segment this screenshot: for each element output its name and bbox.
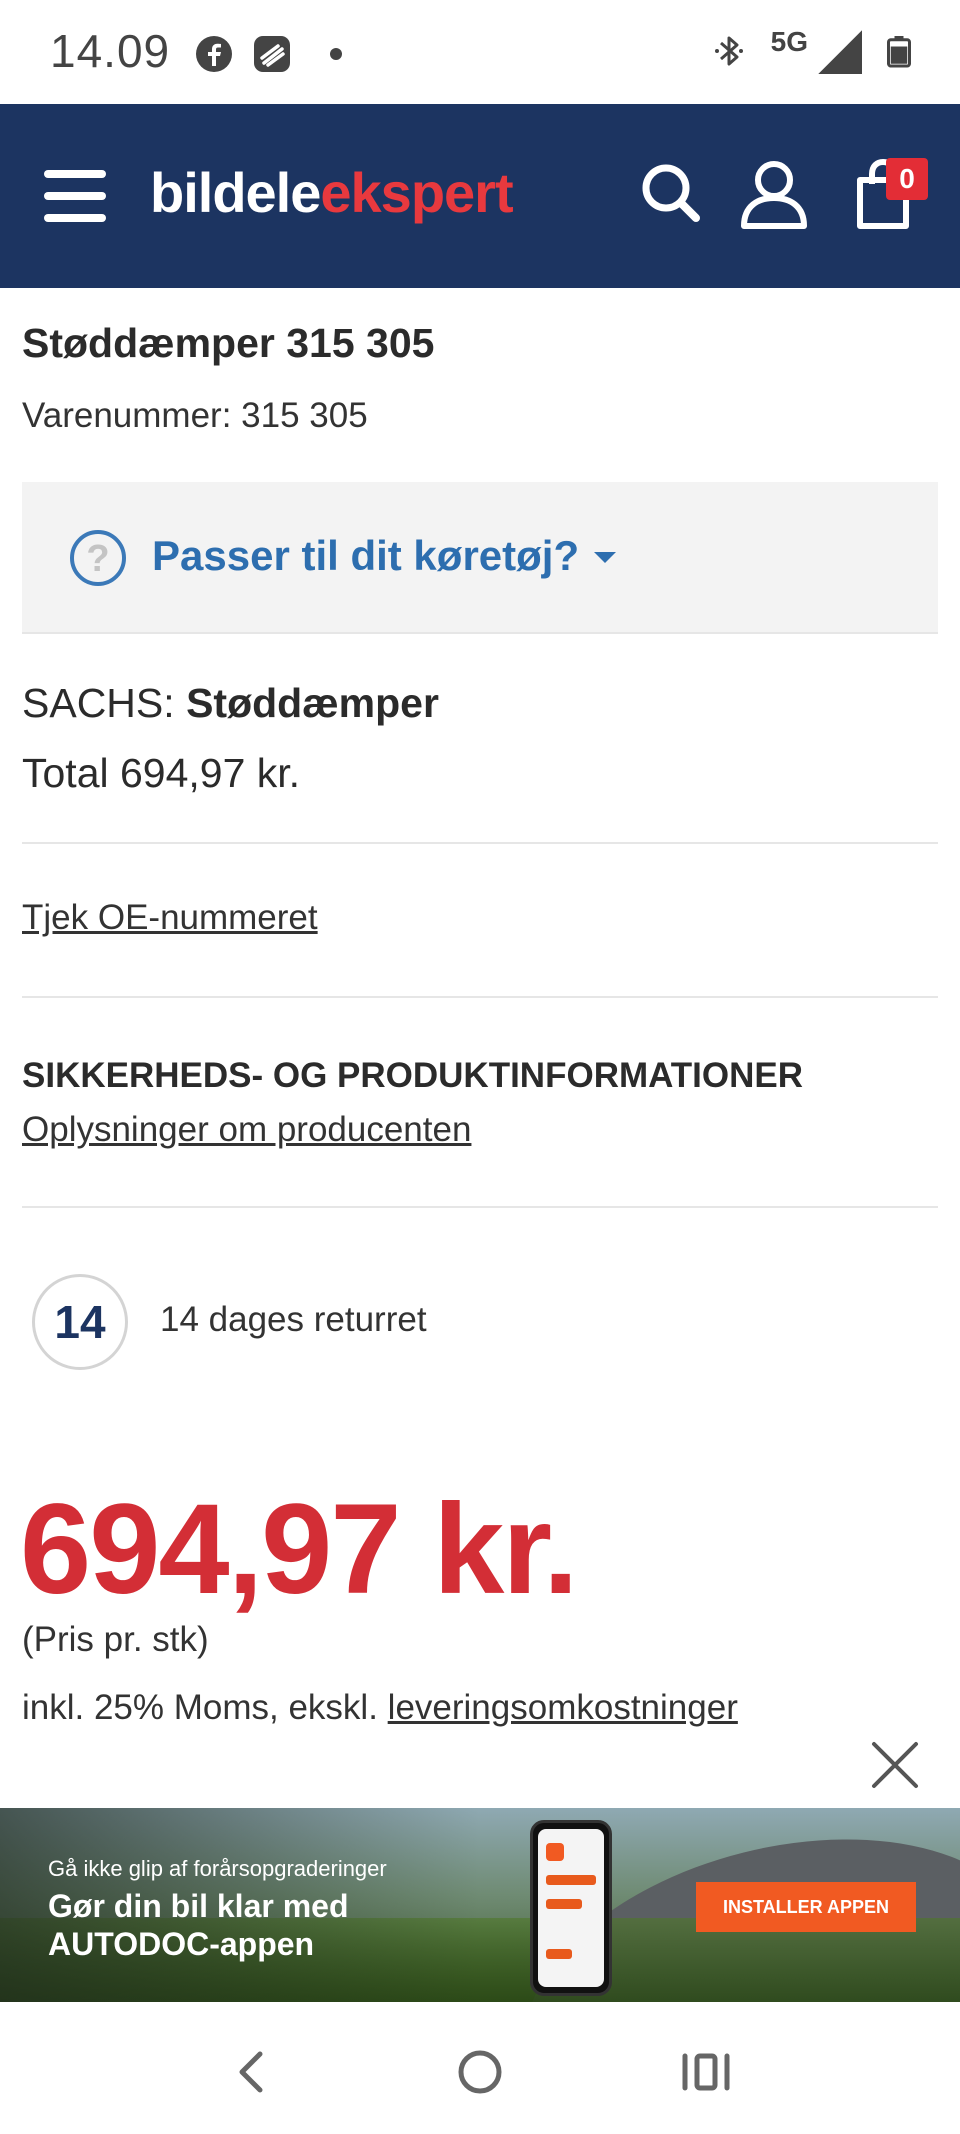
close-icon[interactable] <box>868 1738 922 1792</box>
total-price-line: Total 694,97 kr. <box>22 750 301 796</box>
check-oe-number-link[interactable]: Tjek OE-nummeret <box>22 898 318 938</box>
safety-info-heading: SIKKERHEDS- OG PRODUKTINFORMATIONER <box>22 1056 804 1095</box>
ad-headline-app: AUTODOC-appen <box>48 1926 315 1962</box>
recents-icon[interactable] <box>676 2042 736 2102</box>
cart-count-badge: 0 <box>886 158 928 200</box>
ad-subtitle: Gå ikke glip af forårsopgraderinger <box>48 1856 387 1881</box>
product-title: Støddæmper 315 305 <box>22 320 435 366</box>
vat-note: inkl. 25% Moms, ekskl. leveringsomkostni… <box>22 1688 738 1728</box>
manufacturer-info-link[interactable]: Oplysninger om producenten <box>22 1110 471 1150</box>
vat-text: inkl. 25% Moms, ekskl. <box>22 1688 378 1727</box>
search-icon[interactable] <box>632 154 712 234</box>
install-app-button[interactable]: INSTALLER APPEN <box>696 1882 916 1932</box>
return-policy-text: 14 dages returret <box>160 1300 427 1339</box>
site-logo[interactable]: bildeleekspert <box>150 160 514 225</box>
brand-line: SACHS: Støddæmper <box>22 680 439 727</box>
status-bar: 14.09 5G <box>0 0 960 104</box>
ad-headline: Gør din bil klar med <box>48 1888 349 1924</box>
battery-icon <box>887 36 911 68</box>
stack-app-icon <box>254 36 290 72</box>
notification-dot <box>330 48 342 60</box>
back-icon[interactable] <box>222 2042 282 2102</box>
price-unit-note: (Pris pr. stk) <box>22 1620 209 1659</box>
product-price: 694,97 kr. <box>20 1478 579 1621</box>
system-nav-bar <box>0 2002 960 2134</box>
chevron-down-icon[interactable] <box>594 552 616 563</box>
return-days-badge: 14 <box>32 1274 128 1370</box>
divider <box>22 996 938 998</box>
vehicle-fit-check[interactable]: ? Passer til dit køretøj? <box>22 482 938 634</box>
facebook-icon <box>196 36 232 72</box>
signal-icon <box>818 30 862 74</box>
product-sku: Varenummer: 315 305 <box>22 396 368 435</box>
fit-check-label[interactable]: Passer til dit køretøj? <box>152 532 579 580</box>
menu-icon[interactable] <box>44 170 108 222</box>
brand-name: SACHS: <box>22 680 175 726</box>
status-system-icons: 5G <box>709 26 914 74</box>
site-header: bildeleekspert 0 <box>0 104 960 288</box>
delivery-costs-link[interactable]: leveringsomkostninger <box>388 1688 738 1727</box>
bluetooth-icon <box>714 36 743 66</box>
status-time: 14.09 <box>50 25 171 77</box>
question-icon: ? <box>70 530 126 586</box>
divider <box>22 1206 938 1208</box>
product-type: Støddæmper <box>186 680 439 726</box>
status-notification-icons <box>194 34 342 74</box>
home-icon[interactable] <box>450 2042 510 2102</box>
autodoc-app-ad-banner[interactable]: Gå ikke glip af forårsopgraderinger Gør … <box>0 1808 960 2002</box>
account-icon[interactable] <box>734 154 814 234</box>
network-type: 5G <box>770 26 808 57</box>
phone-mockup-image <box>530 1820 612 1996</box>
divider <box>22 842 938 844</box>
